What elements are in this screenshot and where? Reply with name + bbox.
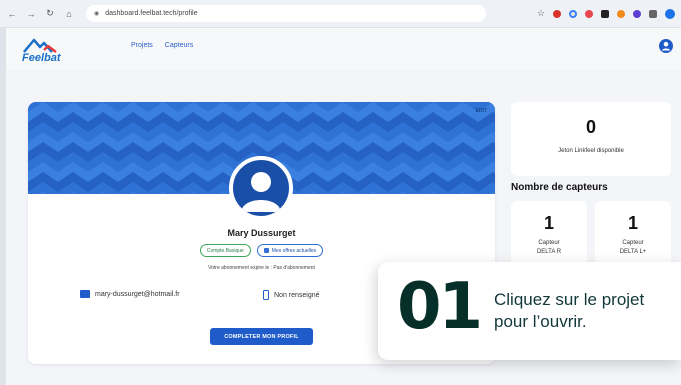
token-card: 0 Jeton Linkfeel disponible: [511, 102, 671, 176]
phone-icon: [263, 290, 269, 300]
profile-badges: Compte Basique Mes offres actuelles: [28, 244, 495, 257]
main-nav: Projets Capteurs: [131, 42, 193, 49]
address-bar[interactable]: ◉ dashboard.feelbat.tech/profile: [86, 5, 486, 22]
sensor-label-line2: DELTA R: [536, 249, 562, 255]
extension-icons: ☆: [537, 8, 675, 19]
email-text: mary-dussurget@hotmail.fr: [95, 290, 180, 298]
sensors-title: Nombre de capteurs: [511, 182, 608, 193]
sensor-label: Capteur DELTA R: [511, 239, 587, 257]
extension-icon[interactable]: [585, 9, 593, 18]
phone-text: Non renseigné: [274, 291, 320, 299]
logo-text: Feelbat: [22, 52, 61, 64]
step-line-1: Cliquez sur le projet: [494, 290, 645, 309]
back-icon[interactable]: ←: [6, 8, 18, 20]
user-silhouette-icon: [241, 172, 281, 212]
token-count: 0: [585, 117, 596, 137]
url-text: dashboard.feelbat.tech/profile: [105, 10, 198, 17]
sensor-count: 1: [627, 213, 638, 233]
sensor-label-line1: Capteur: [622, 240, 644, 246]
email-contact: mary-dussurget@hotmail.fr: [80, 290, 180, 298]
reload-icon[interactable]: ↻: [44, 8, 56, 20]
tutorial-step-card: 01 Cliquez sur le projet pour l’ouvrir.: [378, 262, 681, 360]
sensor-count: 1: [543, 213, 554, 233]
profile-name: Mary Dussurget: [227, 228, 296, 238]
mail-icon: [80, 290, 90, 298]
site-info-icon[interactable]: ◉: [94, 10, 99, 17]
complete-profile-button[interactable]: COMPLETER MON PROFIL: [210, 328, 313, 345]
nav-capteurs[interactable]: Capteurs: [165, 42, 193, 49]
app-header: Feelbat Projets Capteurs: [6, 28, 681, 70]
offers-badge-label: Mes offres actuelles: [271, 247, 317, 254]
step-instruction: Cliquez sur le projet pour l’ouvrir.: [494, 289, 644, 333]
sensor-label: Capteur DELTA L+: [595, 239, 671, 257]
home-icon[interactable]: ⌂: [63, 8, 75, 20]
phone-contact: Non renseigné: [263, 290, 320, 300]
step-line-2: pour l’ouvrir.: [494, 312, 587, 331]
bookmark-star-icon[interactable]: ☆: [537, 8, 545, 19]
extension-icon[interactable]: [633, 9, 641, 18]
extension-icon[interactable]: [617, 9, 625, 18]
plan-badge: Compte Basique: [199, 244, 251, 257]
puzzle-icon[interactable]: [649, 9, 657, 18]
extension-icon[interactable]: [601, 9, 609, 18]
browser-toolbar: ← → ↻ ⌂ ◉ dashboard.feelbat.tech/profile…: [0, 0, 681, 28]
banner-edit-link[interactable]: EDIT: [476, 108, 487, 114]
offers-badge[interactable]: Mes offres actuelles: [256, 244, 324, 257]
step-number: 01: [397, 270, 483, 344]
extension-icon[interactable]: [553, 9, 561, 18]
user-account-icon[interactable]: [659, 39, 673, 53]
nav-projets[interactable]: Projets: [131, 42, 153, 49]
plan-badge-label: Compte Basique: [206, 247, 244, 254]
forward-icon[interactable]: →: [25, 8, 37, 20]
profile-avatar-icon[interactable]: [665, 8, 675, 19]
token-label: Jeton Linkfeel disponible: [558, 148, 624, 154]
sensor-label-line2: DELTA L+: [619, 249, 647, 255]
extension-icon[interactable]: [569, 9, 577, 18]
grid-icon: [263, 248, 269, 253]
sensor-label-line1: Capteur: [538, 240, 560, 246]
avatar[interactable]: [229, 156, 293, 220]
